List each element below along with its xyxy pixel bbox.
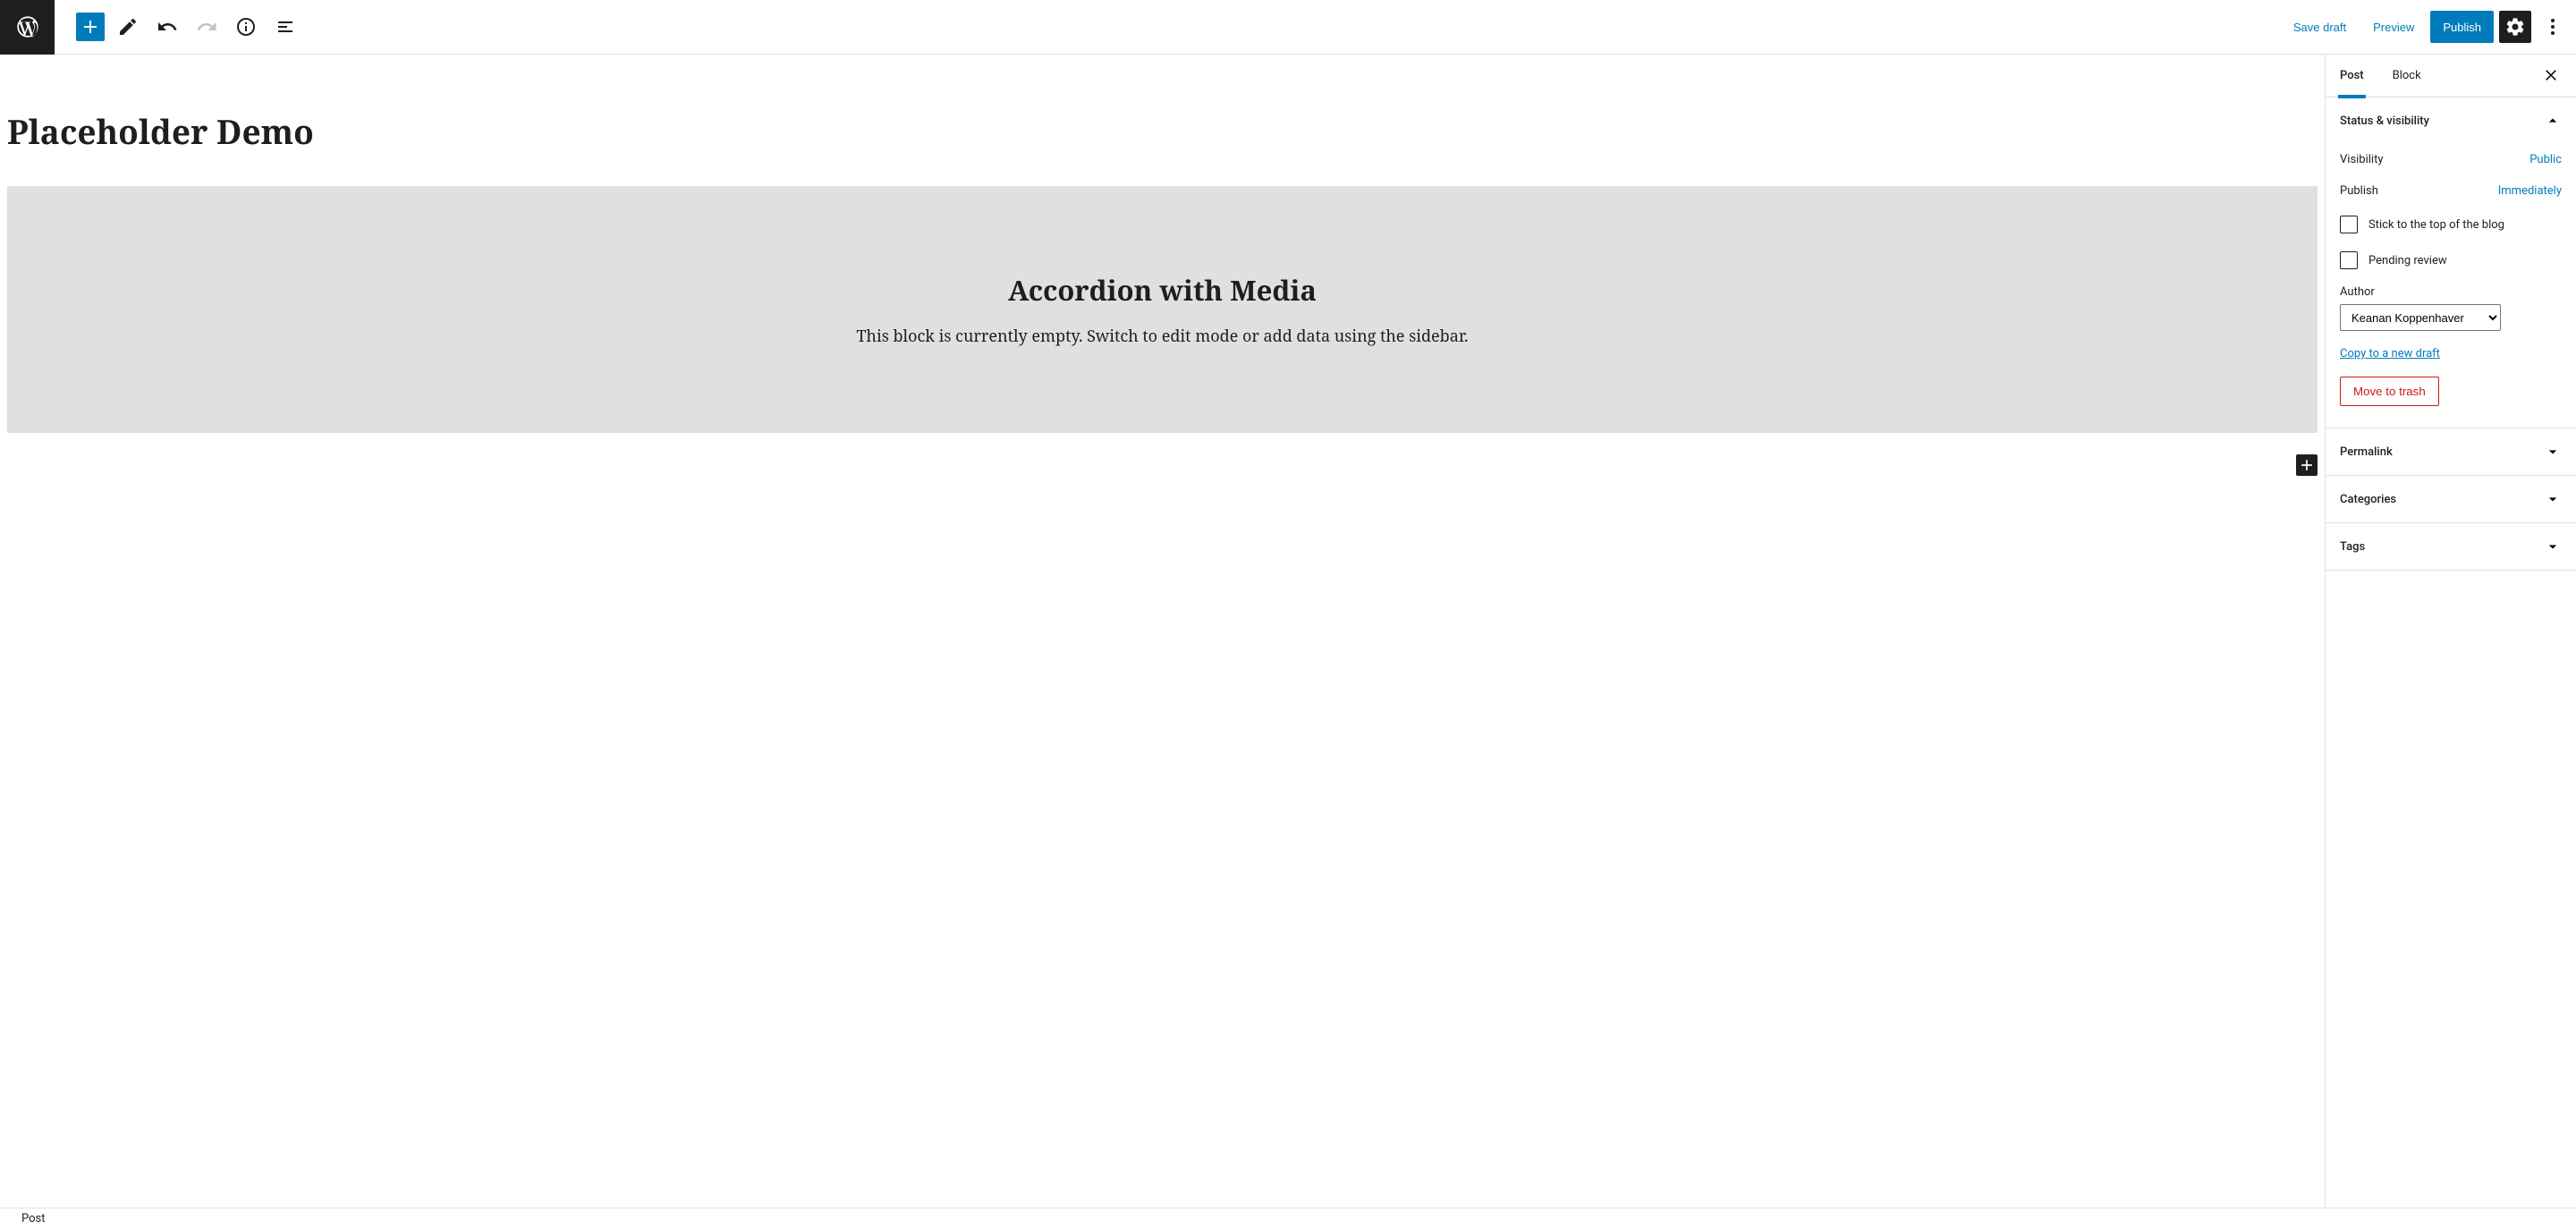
undo-button[interactable]: [151, 11, 183, 43]
plus-icon: [80, 16, 101, 38]
toolbar-right: Save draft Preview Publish: [2283, 11, 2576, 43]
kebab-icon: [2542, 16, 2563, 38]
editor-topbar: Save draft Preview Publish: [0, 0, 2576, 55]
copy-to-new-draft-link[interactable]: Copy to a new draft: [2340, 347, 2440, 360]
panel-tags: Tags: [2326, 523, 2576, 571]
toolbar-left: [55, 11, 301, 43]
stick-to-top-checkbox[interactable]: [2340, 216, 2358, 233]
add-block-button[interactable]: [76, 13, 105, 41]
pending-review-row: Pending review: [2340, 242, 2562, 278]
block-appender-button[interactable]: [2296, 454, 2318, 476]
author-select[interactable]: Keanan Koppenhaver: [2340, 304, 2501, 331]
pending-review-label: Pending review: [2368, 254, 2447, 267]
more-options-button[interactable]: [2537, 11, 2569, 43]
panel-title: Permalink: [2340, 445, 2393, 459]
save-draft-button[interactable]: Save draft: [2283, 13, 2357, 41]
gear-icon: [2504, 16, 2526, 38]
settings-sidebar: Post Block Status & visibility Visibilit…: [2326, 55, 2576, 1208]
panel-status-visibility-header[interactable]: Status & visibility: [2326, 97, 2576, 144]
panel-status-visibility-body: Visibility Public Publish Immediately St…: [2326, 144, 2576, 428]
panel-permalink-header[interactable]: Permalink: [2326, 428, 2576, 475]
chevron-down-icon: [2544, 538, 2562, 555]
tab-post[interactable]: Post: [2340, 55, 2378, 97]
stick-to-top-row: Stick to the top of the blog: [2340, 207, 2562, 242]
editor-footer: Post: [0, 1208, 2576, 1229]
edit-mode-button[interactable]: [112, 11, 144, 43]
panel-title: Status & visibility: [2340, 114, 2429, 128]
stick-to-top-label: Stick to the top of the blog: [2368, 218, 2504, 232]
chevron-up-icon: [2544, 112, 2562, 130]
panel-categories-header[interactable]: Categories: [2326, 476, 2576, 522]
redo-icon: [196, 16, 217, 38]
outline-button[interactable]: [269, 11, 301, 43]
move-to-trash-button[interactable]: Move to trash: [2340, 377, 2439, 406]
close-sidebar-button[interactable]: [2540, 66, 2562, 86]
publish-label: Publish: [2340, 184, 2378, 198]
tab-block[interactable]: Block: [2393, 55, 2436, 97]
accordion-media-placeholder-block[interactable]: Accordion with Media This block is curre…: [7, 186, 2318, 433]
info-icon: [235, 16, 257, 38]
publish-button[interactable]: Publish: [2430, 11, 2494, 43]
editor-body: Placeholder Demo Accordion with Media Th…: [0, 55, 2576, 1208]
block-placeholder-title: Accordion with Media: [25, 272, 2300, 309]
author-label: Author: [2340, 285, 2562, 299]
post-title[interactable]: Placeholder Demo: [7, 108, 2318, 154]
settings-button[interactable]: [2499, 11, 2531, 43]
panel-status-visibility: Status & visibility Visibility Public Pu…: [2326, 97, 2576, 428]
undo-icon: [157, 16, 178, 38]
wordpress-logo[interactable]: [0, 0, 55, 55]
pencil-icon: [117, 16, 139, 38]
redo-button[interactable]: [191, 11, 223, 43]
panel-tags-header[interactable]: Tags: [2326, 523, 2576, 570]
visibility-label: Visibility: [2340, 153, 2384, 166]
publish-value[interactable]: Immediately: [2498, 184, 2562, 198]
wordpress-icon: [15, 14, 40, 39]
chevron-down-icon: [2544, 490, 2562, 508]
publish-row: Publish Immediately: [2340, 175, 2562, 207]
panel-categories: Categories: [2326, 476, 2576, 523]
panel-title: Categories: [2340, 493, 2396, 506]
block-placeholder-description: This block is currently empty. Switch to…: [25, 326, 2300, 347]
editor-canvas-area[interactable]: Placeholder Demo Accordion with Media Th…: [0, 55, 2326, 1208]
breadcrumb[interactable]: Post: [21, 1212, 46, 1225]
pending-review-checkbox[interactable]: [2340, 251, 2358, 269]
plus-icon: [2298, 456, 2316, 474]
close-icon: [2543, 66, 2559, 82]
preview-button[interactable]: Preview: [2362, 13, 2425, 41]
panel-title: Tags: [2340, 540, 2365, 554]
info-button[interactable]: [230, 11, 262, 43]
outline-icon: [275, 16, 296, 38]
panel-permalink: Permalink: [2326, 428, 2576, 476]
chevron-down-icon: [2544, 443, 2562, 461]
visibility-row: Visibility Public: [2340, 144, 2562, 175]
sidebar-tabs: Post Block: [2326, 55, 2576, 97]
visibility-value[interactable]: Public: [2529, 153, 2562, 166]
